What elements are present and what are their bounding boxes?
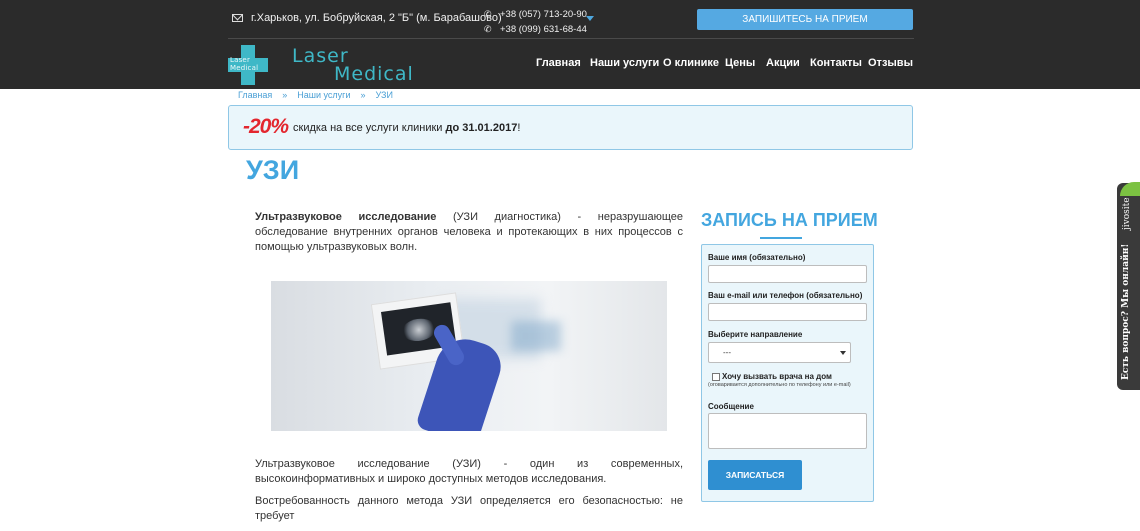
- title-underline: [760, 237, 802, 239]
- home-visit-note: (оговаривается дополнительно по телефону…: [708, 382, 851, 388]
- promo-percent: -20%: [243, 115, 289, 138]
- breadcrumb-home[interactable]: Главная: [238, 90, 272, 100]
- promo-banner: -20% скидка на все услуги клиники до 31.…: [228, 105, 913, 150]
- phone-icon: ✆: [484, 9, 492, 19]
- site-header: г.Харьков, ул. Бобруйская, 2 "Б" (м. Бар…: [0, 0, 1140, 89]
- promo-text: скидка на все услуги клиники до 31.01.20…: [293, 122, 521, 134]
- home-visit-checkbox[interactable]: [712, 373, 720, 381]
- logo-text: Laser Medical: [292, 45, 414, 85]
- paragraph: Востребованность данного метода УЗИ опре…: [255, 495, 683, 522]
- phone-number[interactable]: +38 (057) 713-20-90: [500, 7, 587, 22]
- direction-label: Выберите направление: [708, 330, 803, 339]
- top-bar: г.Харьков, ул. Бобруйская, 2 "Б" (м. Бар…: [228, 0, 914, 39]
- intro-bold: Ультразвуковое исследование: [255, 211, 437, 223]
- address-text: г.Харьков, ул. Бобруйская, 2 "Б" (м. Бар…: [251, 12, 502, 24]
- name-label: Ваше имя (обязательно): [708, 253, 806, 262]
- direction-select[interactable]: ---: [708, 342, 851, 363]
- page-title: УЗИ: [246, 155, 300, 185]
- breadcrumb-current[interactable]: УЗИ: [376, 90, 393, 100]
- name-input[interactable]: [708, 265, 867, 283]
- nav-item-home[interactable]: Главная: [536, 57, 581, 69]
- appointment-button[interactable]: ЗАПИШИТЕСЬ НА ПРИЕМ: [697, 9, 913, 30]
- ultrasound-photo: [271, 281, 667, 431]
- form-title: ЗАПИСЬ НА ПРИЕМ: [701, 210, 878, 230]
- chat-prompt[interactable]: Есть вопрос? Мы онлайн!: [1121, 238, 1139, 386]
- phone-row[interactable]: ✆ +38 (057) 713-20-90: [484, 7, 587, 22]
- appointment-form: Ваше имя (обязательно) Ваш e-mail или те…: [701, 244, 874, 502]
- breadcrumb: Главная » Наши услуги » УЗИ: [238, 90, 393, 100]
- nav-item-prices[interactable]: Цены: [725, 57, 755, 69]
- nav-item-about[interactable]: О клинике: [663, 57, 719, 69]
- breadcrumb-separator: »: [282, 90, 288, 100]
- phone-number[interactable]: +38 (099) 631-68-44: [500, 22, 587, 37]
- intro-paragraph: Ультразвуковое исследование (УЗИ диагнос…: [255, 210, 683, 255]
- envelope-icon: [232, 14, 243, 22]
- content-body: Ультразвуковое исследование (УЗИ) - один…: [255, 457, 683, 531]
- chevron-down-icon[interactable]: [586, 16, 594, 21]
- home-visit-label[interactable]: Хочу вызвать врача на дом: [722, 372, 832, 381]
- chevron-down-icon: [840, 351, 846, 355]
- phone-row[interactable]: ✆ +38 (099) 631-68-44: [484, 22, 587, 37]
- contact-input[interactable]: [708, 303, 867, 321]
- nav-item-reviews[interactable]: Отзывы: [868, 57, 913, 69]
- nav-item-services[interactable]: Наши услуги: [590, 57, 659, 69]
- logo-cross-icon: Laser Medical: [228, 45, 268, 85]
- address: г.Харьков, ул. Бобруйская, 2 "Б" (м. Бар…: [232, 12, 502, 24]
- phone-icon: ✆: [484, 24, 492, 34]
- nav-item-contacts[interactable]: Контакты: [810, 57, 862, 69]
- contact-label: Ваш e-mail или телефон (обязательно): [708, 291, 863, 300]
- phone-list[interactable]: ✆ +38 (057) 713-20-90 ✆ +38 (099) 631-68…: [484, 7, 587, 37]
- breadcrumb-separator: »: [360, 90, 366, 100]
- logo[interactable]: Laser Medical Laser Medical: [228, 45, 428, 85]
- paragraph: Ультразвуковое исследование (УЗИ) - один…: [255, 458, 683, 485]
- submit-button[interactable]: ЗАПИСАТЬСЯ: [708, 460, 802, 490]
- promo-date: до 31.01.2017: [445, 122, 518, 134]
- breadcrumb-services[interactable]: Наши услуги: [297, 90, 350, 100]
- chat-brand[interactable]: jivosite: [1122, 197, 1138, 230]
- nav-item-promotions[interactable]: Акции: [766, 57, 800, 69]
- message-label: Сообщение: [708, 402, 754, 411]
- message-textarea[interactable]: [708, 413, 867, 449]
